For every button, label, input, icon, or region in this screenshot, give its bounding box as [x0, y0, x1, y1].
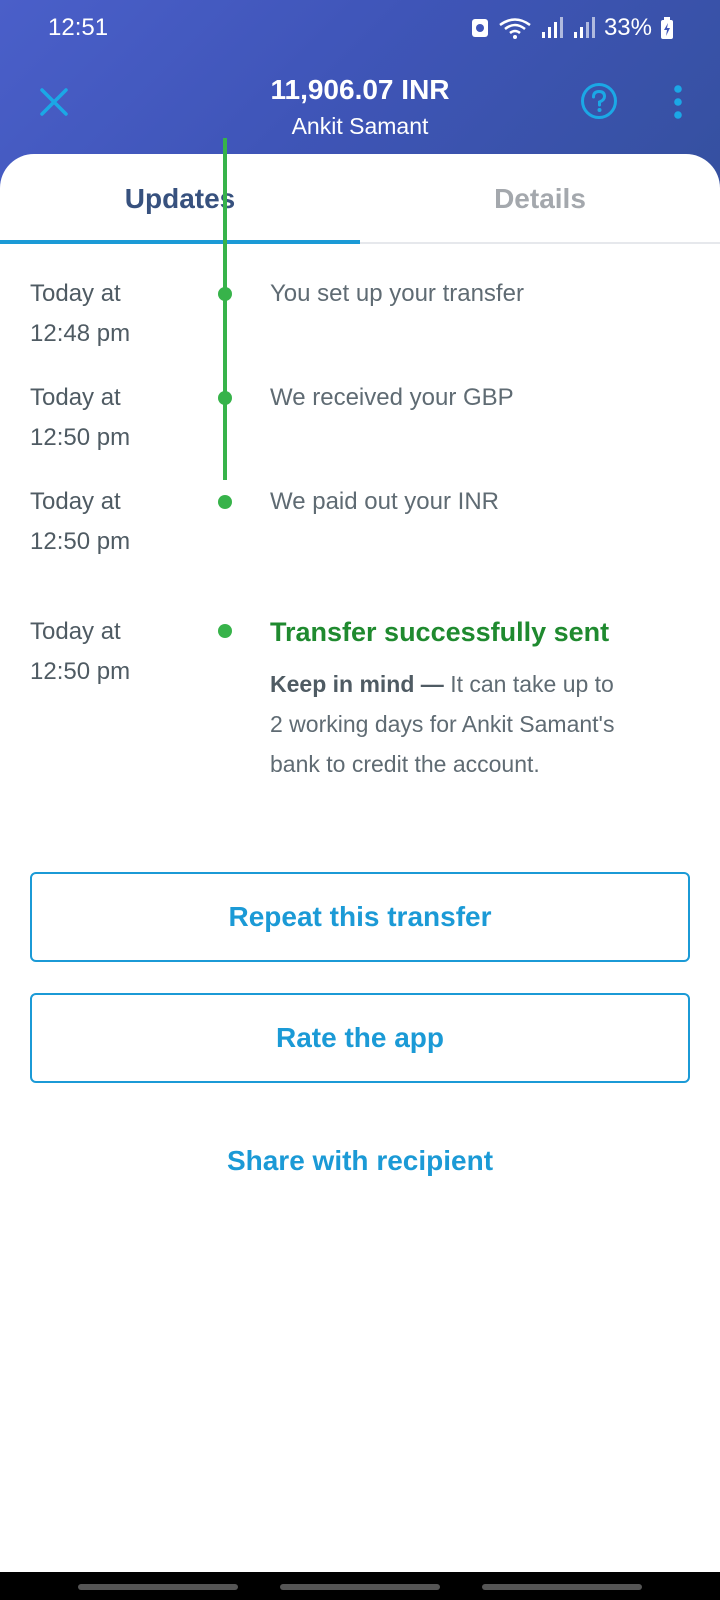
note-line: Keep in mind — It can take up to	[270, 664, 690, 704]
timeline-time: Today at 12:50 pm	[30, 378, 200, 458]
battery-charging-icon	[661, 17, 673, 39]
transfer-sheet: Updates Details	[0, 154, 720, 1544]
more-options-button[interactable]	[664, 82, 692, 122]
active-tab-indicator	[0, 240, 360, 244]
timeline-time-day: Today at	[30, 280, 121, 307]
timeline-dot	[218, 624, 232, 638]
wifi-icon	[499, 18, 531, 39]
timeline-event-text: We received your GBP	[270, 384, 514, 411]
signal-icon	[541, 17, 563, 38]
status-time: 12:51	[48, 14, 109, 41]
nav-back-handle[interactable]	[482, 1584, 642, 1590]
timeline-dot	[218, 287, 232, 301]
rate-app-button[interactable]: Rate the app	[30, 993, 690, 1083]
note-line1: It can take up to	[450, 671, 614, 697]
close-button[interactable]	[36, 84, 72, 120]
timeline-line	[223, 138, 227, 480]
timeline-event-text: You set up your transfer	[270, 280, 524, 307]
status-bar: 12:51 33%	[0, 0, 720, 60]
timeline-time-clock: 12:48 pm	[30, 320, 131, 347]
tab-bar: Updates Details	[0, 154, 720, 244]
transfer-amount: 11,906.07 INR	[270, 74, 450, 105]
timeline-event-text: We paid out your INR	[270, 488, 499, 515]
timeline-time-day: Today at	[30, 384, 121, 411]
timeline-time-clock: 12:50 pm	[30, 424, 131, 451]
sim-icon	[471, 19, 488, 37]
timeline-time-clock: 12:50 pm	[30, 658, 131, 685]
nav-home-handle[interactable]	[280, 1584, 440, 1590]
share-with-recipient-link[interactable]: Share with recipient	[30, 1141, 690, 1181]
close-icon	[40, 88, 68, 116]
keep-in-mind-note: Keep in mind — It can take up to 2 worki…	[270, 664, 690, 784]
timeline-time: Today at 12:48 pm	[30, 274, 200, 354]
timeline-time-day: Today at	[30, 618, 121, 645]
timeline-dot	[218, 495, 232, 509]
nav-recents-handle[interactable]	[78, 1584, 238, 1590]
timeline-time-day: Today at	[30, 488, 121, 515]
note-line2: 2 working days for Ankit Samant's	[270, 711, 615, 737]
tab-updates[interactable]: Updates	[0, 154, 360, 244]
timeline-dot	[218, 391, 232, 405]
note-bold: Keep in mind —	[270, 671, 444, 697]
help-button[interactable]	[580, 82, 618, 120]
tab-details[interactable]: Details	[360, 154, 720, 244]
recipient-name: Ankit Samant	[291, 113, 429, 139]
transfer-title: 11,906.07 INR Ankit Samant	[160, 72, 560, 142]
more-vertical-icon	[674, 85, 682, 119]
timeline-time-clock: 12:50 pm	[30, 528, 131, 555]
transfer-success-text: Transfer successfully sent	[270, 617, 610, 647]
timeline-time: Today at 12:50 pm	[30, 482, 200, 562]
help-icon	[581, 83, 617, 119]
signal-icon	[573, 17, 595, 38]
status-icons: 33%	[470, 14, 674, 42]
note-line3: bank to credit the account.	[270, 751, 540, 777]
repeat-transfer-button[interactable]: Repeat this transfer	[30, 872, 690, 962]
battery-percent: 33%	[603, 14, 652, 41]
timeline-time: Today at 12:50 pm	[30, 612, 200, 692]
